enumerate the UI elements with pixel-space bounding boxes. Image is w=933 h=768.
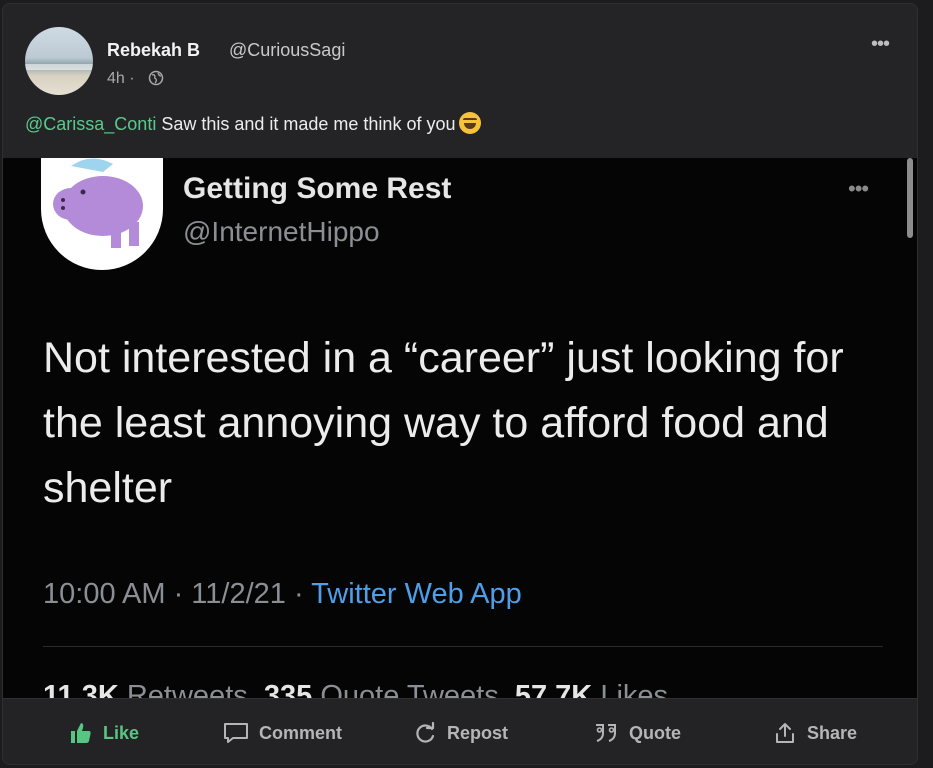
quote-button[interactable]: Quote	[593, 720, 681, 746]
tweet-meta: 10:00 AM · 11/2/21 · Twitter Web App	[43, 578, 522, 611]
quotes-count: 335	[263, 680, 313, 698]
repost-label: Repost	[447, 722, 509, 743]
comment-icon	[224, 723, 248, 743]
like-button[interactable]: Like	[69, 720, 139, 746]
tweet-handle: @InternetHippo	[183, 216, 380, 247]
retweets-count: 11.3K	[43, 680, 119, 698]
post-caption: @Carissa_Conti Saw this and it made me t…	[25, 112, 482, 135]
action-bar: Like Comment Repost Quote Share	[3, 698, 917, 764]
author-handle[interactable]: @CuriousSagi	[229, 40, 345, 61]
share-icon	[776, 723, 794, 743]
quote-label: Quote	[629, 722, 681, 743]
share-label: Share	[807, 722, 858, 743]
comment-button[interactable]: Comment	[223, 720, 342, 746]
tweet-app: Twitter Web App	[311, 578, 522, 610]
author-name[interactable]: Rebekah B	[107, 40, 200, 61]
quotes-label: Quote Tweets	[320, 680, 499, 698]
quote-icon	[596, 724, 616, 742]
repost-button[interactable]: Repost	[413, 720, 508, 746]
tweet-more-icon: •••	[848, 176, 869, 201]
likes-label: Likes	[600, 680, 669, 698]
tweet-stats: 11.3K Retweets 335 Quote Tweets 57.7K Li…	[43, 680, 668, 698]
scrollbar	[907, 158, 913, 238]
comment-label: Comment	[259, 722, 343, 743]
likes-count: 57.7K	[514, 680, 593, 698]
tweet-display-name: Getting Some Rest	[183, 172, 452, 205]
repost-icon	[416, 721, 435, 743]
laughing-emoji-icon	[459, 112, 482, 134]
tweet-time-date: 10:00 AM · 11/2/21 ·	[43, 578, 312, 610]
tweet-text: Not interested in a “career” just lookin…	[43, 334, 844, 512]
retweets-label: Retweets	[126, 680, 248, 698]
avatar[interactable]	[25, 27, 93, 95]
tweet-divider	[43, 646, 883, 647]
like-icon	[71, 723, 91, 743]
share-button[interactable]: Share	[773, 720, 857, 746]
hippo-avatar	[41, 158, 163, 270]
post-card: Rebekah B @CuriousSagi 4h · ••• @Carissa…	[2, 3, 918, 765]
like-label: Like	[103, 722, 140, 743]
mention-link[interactable]: @Carissa_Conti	[25, 114, 156, 134]
globe-icon	[148, 70, 164, 86]
more-options-icon[interactable]: •••	[871, 34, 890, 54]
embedded-tweet-image[interactable]: Getting Some Rest @InternetHippo ••• Not…	[3, 158, 917, 698]
post-timestamp: 4h ·	[107, 70, 135, 87]
caption-text: Saw this and it made me think of you	[156, 114, 456, 134]
